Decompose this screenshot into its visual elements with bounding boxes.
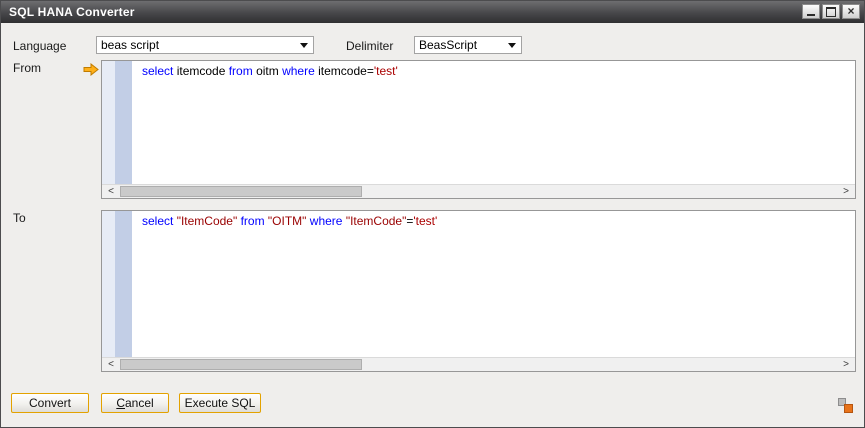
editor-margin: [102, 61, 115, 184]
scroll-left-icon[interactable]: <: [103, 358, 119, 371]
scrollbar-thumb[interactable]: [120, 186, 362, 197]
language-combobox[interactable]: beas script: [96, 36, 314, 54]
convert-button[interactable]: Convert: [11, 393, 89, 413]
from-label: From: [13, 61, 41, 75]
from-horizontal-scrollbar[interactable]: < >: [102, 184, 855, 198]
from-code-line: select itemcode from oitm where itemcode…: [142, 64, 398, 78]
minimize-icon: [807, 14, 815, 16]
to-horizontal-scrollbar[interactable]: < >: [102, 357, 855, 371]
link-arrow-icon[interactable]: [83, 63, 99, 76]
minimize-button[interactable]: [802, 4, 820, 19]
to-code-editor[interactable]: select "ItemCode" from "OITM" where "Ite…: [101, 210, 856, 372]
language-value: beas script: [101, 38, 160, 52]
editor-margin: [102, 211, 115, 357]
language-label: Language: [13, 39, 67, 53]
editor-gutter: [115, 61, 132, 184]
chevron-down-icon: [300, 42, 308, 48]
close-icon: ×: [847, 4, 855, 18]
window-title: SQL HANA Converter: [9, 5, 135, 19]
grip-orange-square: [844, 404, 853, 413]
delimiter-label: Delimiter: [346, 39, 394, 53]
delimiter-combobox[interactable]: BeasScript: [414, 36, 522, 54]
from-code-area[interactable]: select itemcode from oitm where itemcode…: [132, 61, 855, 184]
scrollbar-thumb[interactable]: [120, 359, 362, 370]
from-code-editor[interactable]: select itemcode from oitm where itemcode…: [101, 60, 856, 199]
to-code-line: select "ItemCode" from "OITM" where "Ite…: [142, 214, 438, 228]
editor-gutter: [115, 211, 132, 357]
window-controls: ×: [800, 4, 860, 19]
sql-hana-converter-window: SQL HANA Converter × Language beas scrip…: [0, 0, 865, 428]
window-mode-icon[interactable]: [838, 398, 853, 413]
titlebar[interactable]: SQL HANA Converter ×: [1, 1, 864, 23]
maximize-icon: [826, 6, 836, 17]
close-button[interactable]: ×: [842, 4, 860, 19]
to-code-area[interactable]: select "ItemCode" from "OITM" where "Ite…: [132, 211, 855, 357]
execute-sql-button[interactable]: Execute SQL: [179, 393, 261, 413]
maximize-button[interactable]: [822, 4, 840, 19]
client-area: Language beas script Delimiter BeasScrip…: [1, 23, 864, 427]
scroll-right-icon[interactable]: >: [838, 358, 854, 371]
scroll-left-icon[interactable]: <: [103, 185, 119, 198]
scroll-right-icon[interactable]: >: [838, 185, 854, 198]
to-label: To: [13, 211, 26, 225]
cancel-button[interactable]: Cancel: [101, 393, 169, 413]
delimiter-value: BeasScript: [419, 38, 478, 52]
chevron-down-icon: [508, 42, 516, 48]
